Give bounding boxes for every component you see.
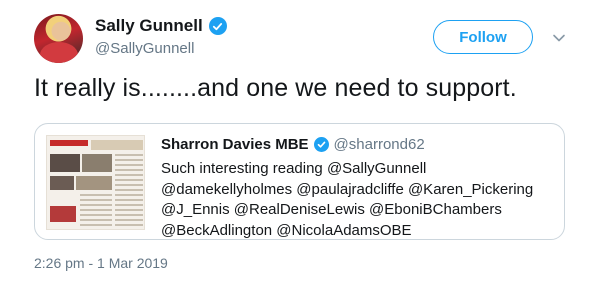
thumb-photo [76,176,112,190]
chevron-down-icon[interactable] [552,31,566,45]
quoted-author-display-name: Sharron Davies MBE [161,136,309,153]
tweet-timestamp[interactable]: 2:26 pm - 1 Mar 2019 [34,255,168,271]
follow-button[interactable]: Follow [433,20,533,54]
quoted-author-row: Sharron Davies MBE @sharrond62 [161,136,425,153]
thumb-text-lines [115,154,143,226]
author-display-name[interactable]: Sally Gunnell [95,16,203,36]
quoted-tweet-text: Such interesting reading @SallyGunnell @… [161,160,534,239]
tweet-text: It really is........and one we need to s… [34,74,517,102]
quoted-author-handle: @sharrond62 [333,136,425,153]
avatar[interactable] [34,14,83,63]
author-name-row: Sally Gunnell [95,16,227,36]
checkmark-icon [213,22,223,30]
verified-badge-icon [313,137,329,152]
quoted-tweet-image [46,135,145,230]
thumb-header-block [91,140,143,150]
thumb-photo [50,206,76,222]
avatar-figure [40,42,78,63]
thumb-text-lines [80,194,112,226]
quoted-tweet-card[interactable]: Sharron Davies MBE @sharrond62 Such inte… [34,123,565,240]
thumb-photo [50,154,80,172]
thumb-photo [50,176,74,190]
author-handle[interactable]: @SallyGunnell [95,40,194,57]
checkmark-icon [317,141,325,148]
verified-badge-icon [208,17,227,35]
thumb-headline-bar [50,140,88,146]
thumb-photo [82,154,112,172]
